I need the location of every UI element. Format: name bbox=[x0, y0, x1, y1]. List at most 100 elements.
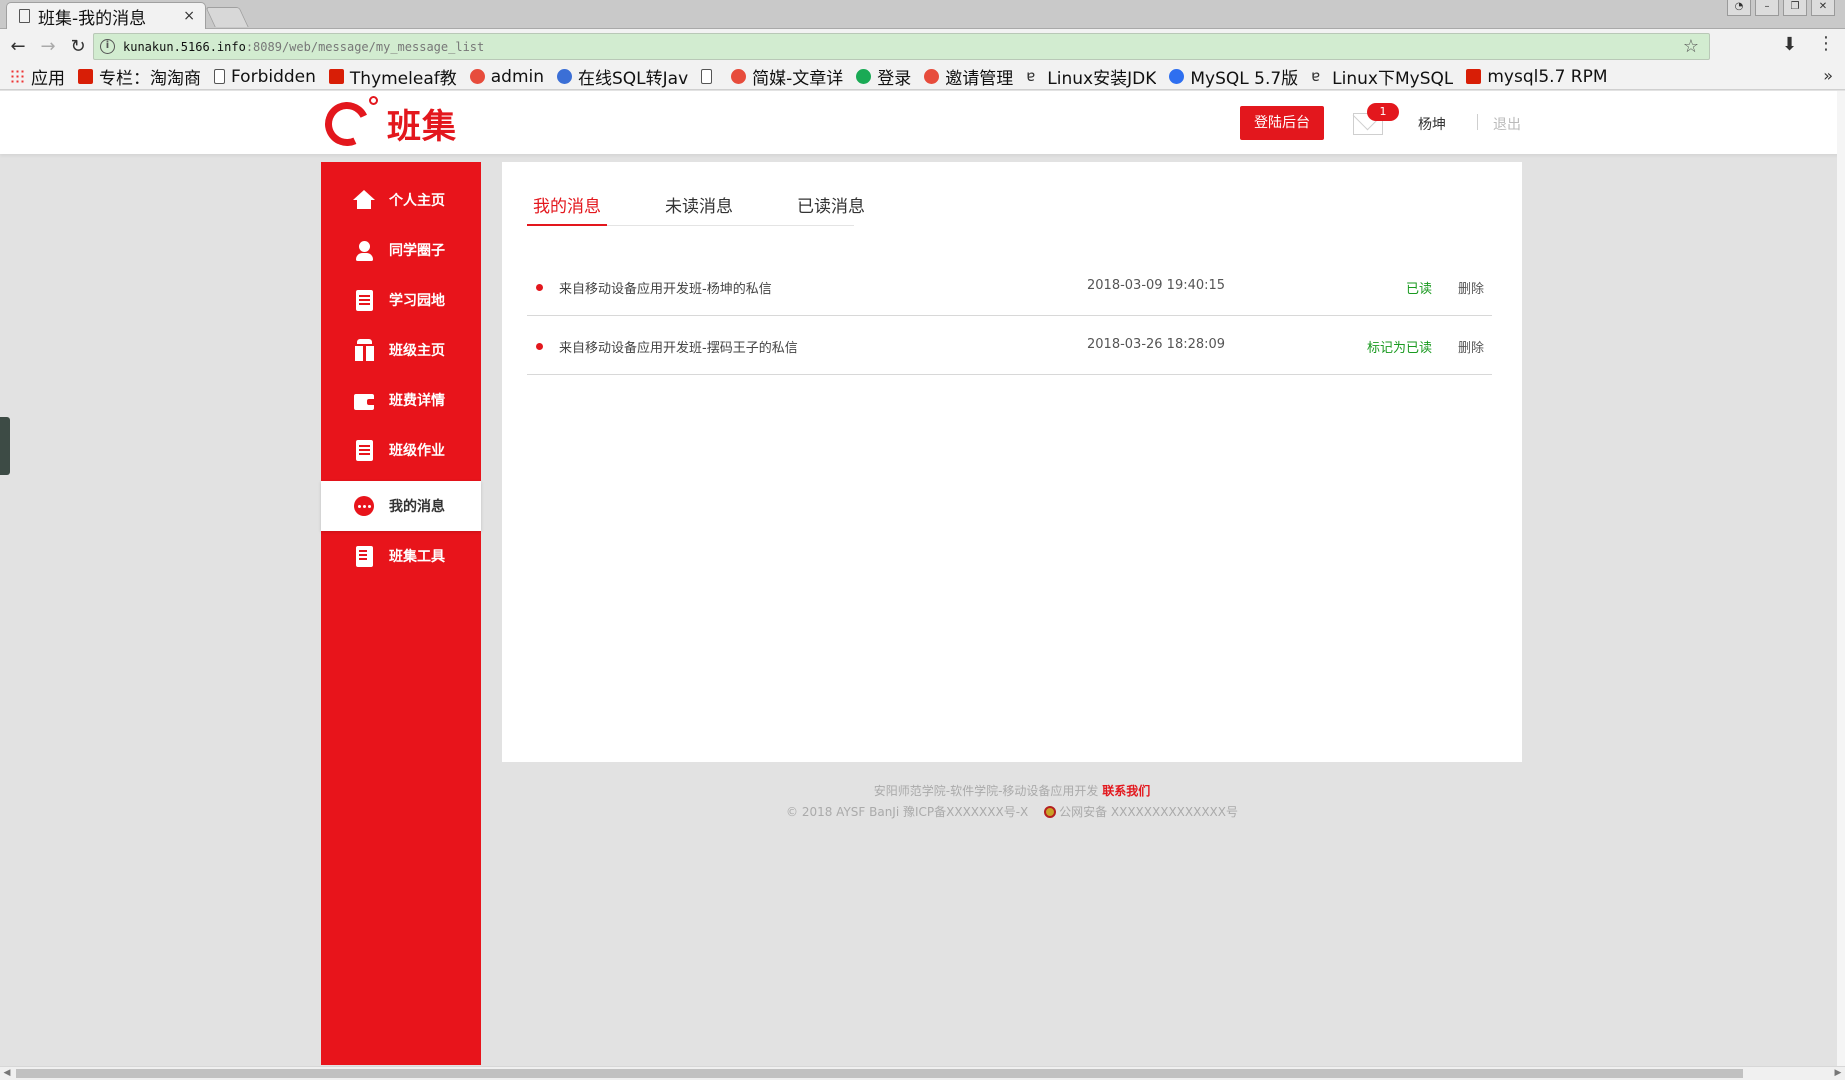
document-icon bbox=[353, 289, 375, 311]
page-icon bbox=[701, 69, 713, 84]
home-icon bbox=[353, 189, 375, 211]
scrollbar-thumb[interactable] bbox=[16, 1069, 1743, 1078]
logo-mark bbox=[318, 95, 376, 152]
tab-read-messages[interactable]: 已读消息 bbox=[791, 192, 871, 226]
bookmark-item[interactable]: 应用 bbox=[10, 64, 65, 89]
sidebar-item-class-home[interactable]: 班级主页 bbox=[321, 325, 481, 375]
site-logo[interactable]: 班集 bbox=[318, 95, 457, 152]
reload-icon[interactable]: ↻ bbox=[66, 35, 90, 59]
back-icon[interactable]: ← bbox=[6, 35, 30, 59]
address-bar[interactable]: i kunakun.5166.info :8089/web/message/my… bbox=[93, 33, 1710, 60]
user-icon bbox=[353, 239, 375, 261]
browser-tab[interactable]: 班集-我的消息 × bbox=[6, 2, 206, 29]
footer-copyright: © 2018 AYSF BanJi 豫ICP备XXXXXXX号-X bbox=[786, 805, 1029, 819]
horizontal-scrollbar[interactable]: ◀ ▶ bbox=[0, 1066, 1845, 1080]
unread-badge[interactable]: 1 bbox=[1367, 103, 1399, 121]
vertical-scrollbar[interactable] bbox=[1837, 91, 1845, 1066]
sidebar-item-tools[interactable]: 班集工具 bbox=[321, 531, 481, 581]
bookmark-item[interactable]: ɐ Linux下MySQL bbox=[1311, 64, 1454, 90]
bookmark-item[interactable]: 简媒-文章详 bbox=[731, 64, 843, 89]
user-name[interactable]: 杨坤 bbox=[1418, 114, 1446, 134]
info-icon[interactable]: i bbox=[100, 39, 115, 54]
delete-button[interactable]: 删除 bbox=[1458, 278, 1484, 297]
bookmarks-bar: 应用 专栏：淘淘商 Forbidden Thymeleaf教 admin 在线SQL转Ja… bbox=[0, 64, 1845, 90]
contact-link[interactable]: 联系我们 bbox=[1102, 784, 1150, 798]
side-handle[interactable] bbox=[0, 417, 10, 475]
minimize-icon[interactable]: – bbox=[1755, 0, 1779, 16]
tab-unread-messages[interactable]: 未读消息 bbox=[659, 192, 739, 226]
logout-link[interactable]: 退出 bbox=[1493, 114, 1521, 134]
user-icon[interactable]: ◔ bbox=[1727, 0, 1751, 16]
admin-login-button[interactable]: 登陆后台 bbox=[1240, 106, 1324, 140]
unread-dot bbox=[536, 284, 543, 291]
bookmark-item[interactable]: Thymeleaf教 bbox=[328, 64, 457, 89]
forward-icon[interactable]: → bbox=[36, 35, 60, 59]
logo-dot bbox=[369, 96, 378, 105]
sidebar-item-home[interactable]: 个人主页 bbox=[321, 175, 481, 225]
csdn-icon bbox=[1466, 69, 1482, 84]
apps-grid-icon bbox=[10, 69, 25, 84]
bookmark-item[interactable]: mysql5.7 RPM bbox=[1466, 67, 1608, 87]
logo-text: 班集 bbox=[387, 107, 457, 147]
restore-icon[interactable]: ❐ bbox=[1783, 0, 1807, 16]
gift-icon bbox=[353, 338, 375, 361]
bookmark-item[interactable]: MySQL 5.7版 bbox=[1169, 64, 1298, 89]
bookmark-label: Forbidden bbox=[231, 66, 316, 87]
bookmark-star-icon[interactable]: ☆ bbox=[1683, 36, 1699, 57]
close-window-icon[interactable]: ✕ bbox=[1811, 0, 1835, 16]
browser-menu-icon[interactable]: ⋮ bbox=[1817, 33, 1835, 54]
message-title[interactable]: 来自移动设备应用开发班-摆码王子的私信 bbox=[559, 337, 798, 356]
bookmark-label: Thymeleaf教 bbox=[349, 69, 457, 89]
bookmark-item[interactable]: 邀请管理 bbox=[924, 64, 1013, 89]
csdn-icon bbox=[78, 69, 93, 84]
message-row: 来自移动设备应用开发班-杨坤的私信 2018-03-09 19:40:15 已读… bbox=[527, 258, 1492, 316]
bookmark-item[interactable]: 登录 bbox=[856, 64, 911, 89]
scroll-right-icon[interactable]: ▶ bbox=[1831, 1067, 1845, 1080]
url-host: kunakun.5166.info bbox=[123, 39, 246, 54]
bookmarks-more-icon[interactable]: » bbox=[1823, 66, 1833, 85]
message-status: 已读 bbox=[1405, 282, 1432, 297]
delete-button[interactable]: 删除 bbox=[1458, 337, 1484, 356]
download-icon[interactable]: ⬇ bbox=[1782, 34, 1797, 55]
sidebar-item-label: 我的消息 bbox=[389, 499, 445, 515]
code-icon bbox=[557, 69, 573, 84]
new-tab-button[interactable] bbox=[205, 7, 249, 27]
bookmark-item[interactable]: admin bbox=[469, 66, 545, 87]
browser-toolbar: ← → ↻ i kunakun.5166.info :8089/web/mess… bbox=[0, 29, 1845, 64]
bookmark-label: Linux下MySQL bbox=[1332, 69, 1454, 89]
bookmark-item[interactable]: 专栏：淘淘商 bbox=[78, 64, 201, 89]
bookmark-label: 邀请管理 bbox=[945, 69, 1014, 89]
footer-line-2: © 2018 AYSF BanJi 豫ICP备XXXXXXX号-X 公网安备 X… bbox=[502, 803, 1522, 820]
page-icon bbox=[19, 9, 30, 23]
browser-tab-title: 班集-我的消息 bbox=[38, 8, 147, 29]
footer-police[interactable]: 公网安备 XXXXXXXXXXXXXX号 bbox=[1059, 805, 1238, 819]
bookmark-label: 简媒-文章详 bbox=[752, 69, 844, 89]
sidebar-item-study[interactable]: 学习园地 bbox=[321, 275, 481, 325]
bookmark-item[interactable] bbox=[701, 69, 718, 84]
bookmark-item[interactable]: Forbidden bbox=[214, 67, 316, 87]
jm-icon bbox=[469, 69, 485, 84]
bookmark-item[interactable]: 在线SQL转Jav bbox=[557, 64, 688, 89]
unread-dot bbox=[536, 343, 543, 350]
sidebar-item-messages[interactable]: 我的消息 bbox=[321, 481, 481, 531]
bookmark-item[interactable]: ɐ Linux安装JDK bbox=[1026, 64, 1157, 90]
mark-read-button[interactable]: 标记为已读 bbox=[1367, 337, 1432, 356]
bookmark-label: 登录 bbox=[877, 69, 912, 89]
message-time: 2018-03-09 19:40:15 bbox=[1087, 278, 1226, 293]
bookmark-label: Linux安装JDK bbox=[1047, 69, 1157, 89]
tab-my-messages[interactable]: 我的消息 bbox=[527, 192, 607, 226]
tab-close-icon[interactable]: × bbox=[183, 8, 195, 24]
message-title[interactable]: 来自移动设备应用开发班-杨坤的私信 bbox=[559, 278, 772, 297]
scroll-left-icon[interactable]: ◀ bbox=[0, 1067, 14, 1080]
message-panel: 我的消息 未读消息 已读消息 来自移动设备应用开发班-杨坤的私信 2018-03… bbox=[502, 162, 1522, 762]
sidebar-item-label: 班级作业 bbox=[389, 443, 445, 459]
sidebar-item-label: 同学圈子 bbox=[389, 243, 445, 259]
message-time: 2018-03-26 18:28:09 bbox=[1087, 337, 1226, 352]
sidebar-item-homework[interactable]: 班级作业 bbox=[321, 425, 481, 475]
page-icon bbox=[214, 69, 225, 84]
sidebar-item-classmates[interactable]: 同学圈子 bbox=[321, 225, 481, 275]
sidebar-item-label: 个人主页 bbox=[389, 193, 445, 209]
wallet-icon bbox=[353, 389, 375, 411]
bookmark-label: admin bbox=[490, 66, 545, 87]
sidebar-item-class-fees[interactable]: 班费详情 bbox=[321, 375, 481, 425]
